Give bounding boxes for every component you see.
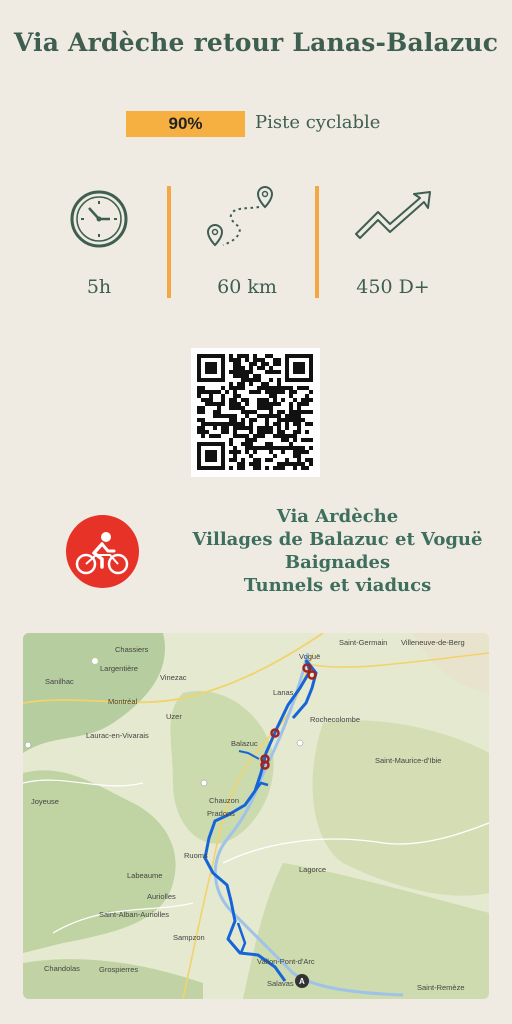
stat-divider <box>315 186 319 298</box>
activity-badge <box>66 515 139 588</box>
duration-value: 5h <box>86 276 112 298</box>
map-label: Voguë <box>299 652 320 661</box>
highlight-item: Via Ardèche <box>276 506 399 527</box>
map-label: Chauzon <box>209 796 239 805</box>
map-label: Laurac-en-Vivarais <box>86 731 149 740</box>
map-label: Pradons <box>207 809 235 818</box>
highlight-item: Baignades <box>284 552 391 573</box>
map-label: Grospierres <box>99 965 138 974</box>
map-label: Saint-Remèze <box>417 983 465 992</box>
map-label: Sanilhac <box>45 677 74 686</box>
stat-divider <box>167 186 171 298</box>
map-label: Chassiers <box>115 645 149 654</box>
map-label: Lagorce <box>299 865 326 874</box>
highlight-item: Villages de Balazuc et Voguë <box>192 529 483 550</box>
map-label: Sampzon <box>173 933 205 942</box>
map-label: Vallon-Pont-d'Arc <box>257 957 315 966</box>
map-label: Largentière <box>100 664 138 673</box>
start-marker: A <box>299 977 305 986</box>
route-pins-icon <box>206 185 274 247</box>
map-label: Joyeuse <box>31 797 59 806</box>
map-label: Saint-Maurice-d'Ibie <box>375 756 441 765</box>
clock-icon <box>70 190 128 248</box>
map-label: Rochecolombe <box>310 715 360 724</box>
cyclist-icon <box>75 532 129 575</box>
map-label: Chandolas <box>44 964 80 973</box>
surface-label: Piste cyclable <box>255 112 381 133</box>
surface-percent-badge: 90% <box>126 111 245 137</box>
map-label: Salavas <box>267 979 294 988</box>
map-label: Lanas <box>273 688 294 697</box>
qr-code <box>191 348 320 477</box>
map-label: Saint-Germain <box>339 638 387 647</box>
map-label: Balazuc <box>231 739 258 748</box>
highlights-list: Via Ardèche Villages de Balazuc et Voguë… <box>190 505 485 597</box>
elevation-value: 450 D+ <box>356 276 430 298</box>
highlight-item: Tunnels et viaducs <box>243 575 432 596</box>
map-label: Saint-Alban-Auriolles <box>99 910 169 919</box>
route-map[interactable]: A Chassiers Largentière Sanilhac Vinezac… <box>23 633 489 999</box>
trend-up-arrow-icon <box>355 191 431 239</box>
map-label: Villeneuve-de-Berg <box>401 638 465 647</box>
map-label: Auriolles <box>147 892 176 901</box>
map-label: Ruoms <box>184 851 208 860</box>
map-label: Vinezac <box>160 673 187 682</box>
map-label: Montréal <box>108 697 138 706</box>
map-label: Uzer <box>166 712 182 721</box>
page-title: Via Ardèche retour Lanas-Balazuc <box>13 28 499 57</box>
map-label: Labeaume <box>127 871 162 880</box>
distance-value: 60 km <box>217 276 277 298</box>
